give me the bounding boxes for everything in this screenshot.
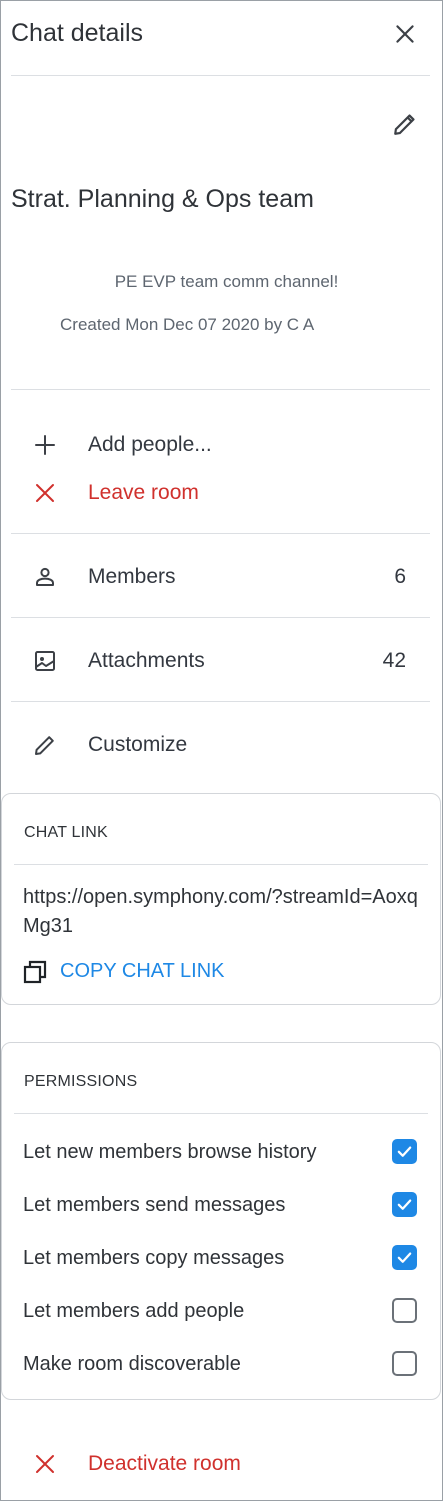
- edit-room-button[interactable]: [392, 111, 418, 137]
- close-icon: [396, 25, 414, 43]
- add-people-label: Add people...: [88, 433, 212, 456]
- chat-details-panel: Chat details Strat. Planning & Ops team …: [0, 0, 443, 1501]
- panel-title: Chat details: [11, 19, 144, 47]
- customize-label: Customize: [88, 733, 188, 756]
- image-icon: [35, 651, 55, 671]
- permission-checkbox[interactable]: [392, 1351, 417, 1376]
- x-icon: [36, 1455, 54, 1473]
- divider: [11, 617, 430, 618]
- pencil-icon: [394, 114, 415, 135]
- permission-label: Let members copy messages: [23, 1247, 285, 1269]
- plus-icon: [35, 435, 55, 455]
- checkbox-checked-icon: [397, 1199, 412, 1210]
- permission-row: Let members copy messages: [23, 1241, 421, 1277]
- pencil-icon: [35, 736, 54, 755]
- permission-label: Let new members browse history: [23, 1141, 317, 1163]
- attachments-label: Attachments: [88, 649, 205, 672]
- room-created-info: Created Mon Dec 07 2020 by C A: [60, 315, 315, 334]
- permissions-header: PERMISSIONS: [14, 1043, 428, 1114]
- attachments-button[interactable]: Attachments 42: [11, 641, 430, 681]
- deactivate-room-label: Deactivate room: [88, 1452, 241, 1475]
- x-icon: [36, 484, 54, 502]
- permission-label: Make room discoverable: [23, 1353, 241, 1375]
- permission-checkbox[interactable]: [392, 1192, 417, 1217]
- deactivate-room-button[interactable]: Deactivate room: [11, 1444, 430, 1484]
- chat-link-header: CHAT LINK: [14, 794, 428, 865]
- permission-row: Let new members browse history: [23, 1135, 421, 1171]
- permission-label: Let members add people: [23, 1300, 245, 1322]
- permission-checkbox[interactable]: [392, 1139, 417, 1164]
- chat-link-heading: CHAT LINK: [24, 824, 108, 841]
- permission-row: Let members send messages: [23, 1188, 421, 1224]
- checkbox-checked-icon: [397, 1252, 412, 1263]
- add-people-button[interactable]: Add people...: [11, 425, 430, 465]
- divider: [11, 701, 430, 702]
- panel-header: Chat details: [11, 1, 430, 76]
- permission-label: Let members send messages: [23, 1194, 286, 1216]
- permission-row: Make room discoverable: [23, 1347, 421, 1383]
- members-count: 6: [394, 565, 406, 588]
- members-button[interactable]: Members 6: [11, 557, 430, 597]
- chat-link-url[interactable]: https://open.symphony.com/?streamId=Aoxq…: [23, 883, 423, 941]
- divider: [11, 533, 430, 534]
- person-icon: [36, 567, 54, 586]
- permission-checkbox[interactable]: [392, 1298, 417, 1323]
- copy-chat-link-label: COPY CHAT LINK: [60, 960, 225, 982]
- customize-button[interactable]: Customize: [11, 725, 430, 765]
- copy-icon: [23, 960, 47, 984]
- permission-row: Let members add people: [23, 1294, 421, 1330]
- room-description: PE EVP team comm channel!: [114, 272, 339, 291]
- divider: [11, 389, 430, 390]
- permissions-heading: PERMISSIONS: [24, 1073, 138, 1090]
- permission-checkbox[interactable]: [392, 1245, 417, 1270]
- leave-room-label: Leave room: [88, 481, 199, 504]
- checkbox-checked-icon: [397, 1146, 412, 1157]
- attachments-count: 42: [382, 649, 406, 672]
- leave-room-button[interactable]: Leave room: [11, 473, 430, 513]
- close-button[interactable]: [392, 21, 418, 47]
- room-name: Strat. Planning & Ops team: [11, 185, 314, 213]
- members-label: Members: [88, 565, 176, 588]
